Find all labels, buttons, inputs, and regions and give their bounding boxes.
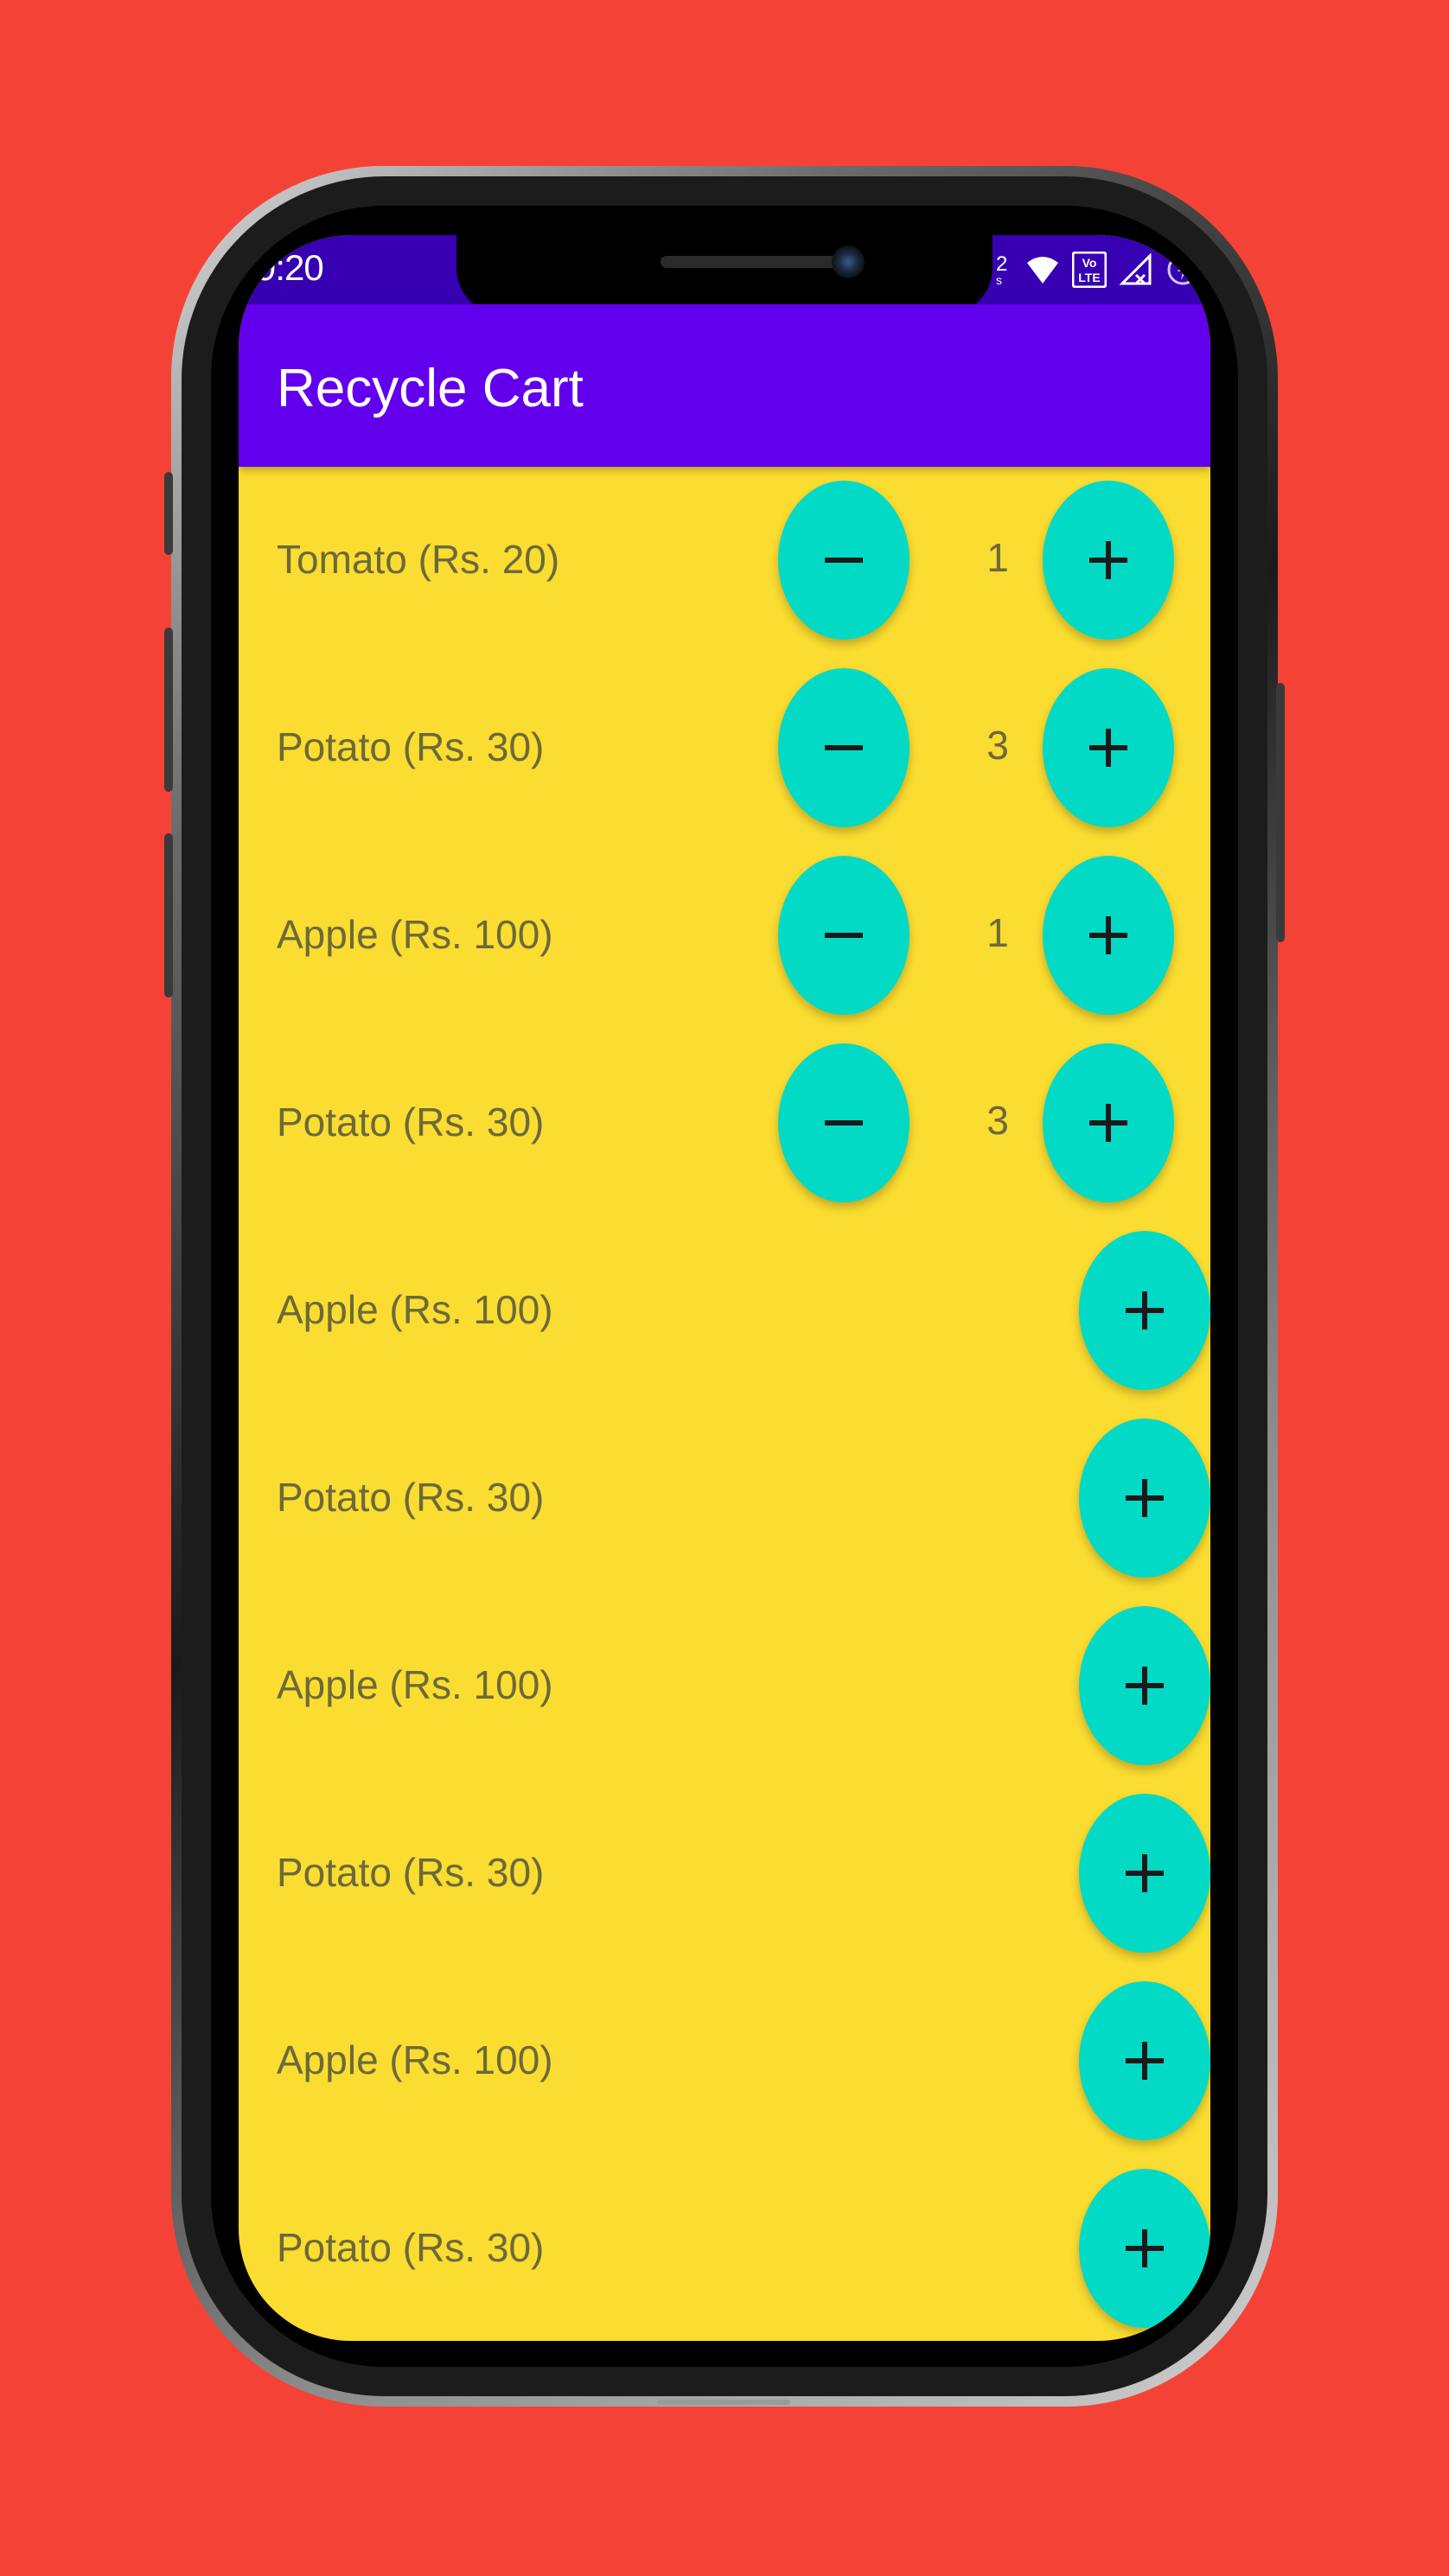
- list-item: Apple (Rs. 100): [239, 1217, 1210, 1405]
- item-list: Tomato (Rs. 20) 1 Potato (Rs. 30) 3 Appl…: [239, 467, 1210, 2341]
- plus-icon: [1089, 916, 1127, 954]
- increase-quantity-button[interactable]: [1043, 856, 1174, 1015]
- plus-icon: [1089, 729, 1127, 767]
- increase-quantity-button[interactable]: [1043, 481, 1174, 640]
- plus-icon: [1089, 541, 1127, 579]
- plus-icon: [1126, 2042, 1164, 2080]
- quantity-value: 1: [986, 910, 1009, 955]
- add-to-cart-button[interactable]: [1079, 1419, 1210, 1578]
- item-label: Apple (Rs. 100): [277, 1662, 553, 1707]
- item-label: Tomato (Rs. 20): [277, 537, 560, 582]
- status-time: 9:20: [256, 247, 324, 288]
- add-to-cart-button[interactable]: [1079, 1794, 1210, 1953]
- decrease-quantity-button[interactable]: [778, 1043, 910, 1202]
- plus-icon: [1126, 2229, 1164, 2267]
- volte-icon: Vo LTE: [1072, 252, 1107, 288]
- wifi-icon: [1025, 254, 1060, 285]
- item-label: Apple (Rs. 100): [277, 1287, 553, 1332]
- minus-icon: [825, 933, 863, 938]
- svg-text:LTE: LTE: [1078, 271, 1100, 284]
- volume-down-button: [164, 833, 173, 998]
- item-label: Apple (Rs. 100): [277, 2037, 553, 2082]
- plus-icon: [1089, 1104, 1127, 1142]
- decrease-quantity-button[interactable]: [778, 481, 910, 640]
- plus-icon: [1126, 1854, 1164, 1892]
- list-item: Potato (Rs. 30) 3: [239, 1030, 1210, 1217]
- quantity-value: 3: [986, 723, 1009, 768]
- decrease-quantity-button[interactable]: [778, 668, 910, 827]
- minus-icon: [825, 1120, 863, 1125]
- svg-text:s: s: [996, 273, 1002, 287]
- list-item: Potato (Rs. 30): [239, 2155, 1210, 2341]
- item-label: Potato (Rs. 30): [277, 724, 545, 769]
- bottom-edge-highlight: [657, 2400, 790, 2405]
- camera-notch: [456, 235, 993, 315]
- list-item: Potato (Rs. 30) 3: [239, 654, 1210, 842]
- item-label: Potato (Rs. 30): [277, 1100, 545, 1145]
- minus-icon: [825, 745, 863, 750]
- list-item: Potato (Rs. 30): [239, 1405, 1210, 1592]
- power-button: [1276, 683, 1285, 942]
- item-label: Apple (Rs. 100): [277, 912, 553, 957]
- quantity-value: 1: [986, 535, 1009, 580]
- plus-icon: [1126, 1291, 1164, 1329]
- add-to-cart-button[interactable]: [1079, 1606, 1210, 1765]
- decrease-quantity-button[interactable]: [778, 856, 910, 1015]
- item-label: Potato (Rs. 30): [277, 2225, 545, 2270]
- battery-charging-icon: [1165, 252, 1200, 287]
- list-item: Potato (Rs. 30): [239, 1780, 1210, 1967]
- item-label: Potato (Rs. 30): [277, 1475, 545, 1520]
- data-speed-icon: 2s: [994, 252, 1013, 288]
- volume-up-button: [164, 628, 173, 792]
- app-screen: 9:20 2s Vo LTE Recycle Cart Tomato (Rs. …: [239, 235, 1210, 2341]
- signal-icon: [1119, 252, 1153, 287]
- increase-quantity-button[interactable]: [1043, 668, 1174, 827]
- mute-switch: [164, 472, 173, 555]
- front-camera: [832, 245, 865, 278]
- item-label: Potato (Rs. 30): [277, 1850, 545, 1895]
- add-to-cart-button[interactable]: [1079, 1231, 1210, 1390]
- list-item: Apple (Rs. 100): [239, 1592, 1210, 1780]
- svg-text:Vo: Vo: [1082, 256, 1097, 270]
- list-item: Apple (Rs. 100) 1: [239, 842, 1210, 1030]
- quantity-value: 3: [986, 1098, 1009, 1143]
- add-to-cart-button[interactable]: [1079, 1981, 1210, 2140]
- list-item: Apple (Rs. 100): [239, 1967, 1210, 2155]
- plus-icon: [1126, 1479, 1164, 1517]
- list-item: Tomato (Rs. 20) 1: [239, 467, 1210, 654]
- app-title: Recycle Cart: [277, 359, 584, 418]
- status-icons: 2s Vo LTE: [994, 245, 1200, 294]
- plus-icon: [1126, 1667, 1164, 1705]
- minus-icon: [825, 558, 863, 563]
- svg-text:2: 2: [996, 252, 1007, 276]
- add-to-cart-button[interactable]: [1079, 2169, 1210, 2328]
- app-bar: Recycle Cart: [239, 304, 1210, 467]
- earpiece-speaker: [661, 256, 842, 268]
- increase-quantity-button[interactable]: [1043, 1043, 1174, 1202]
